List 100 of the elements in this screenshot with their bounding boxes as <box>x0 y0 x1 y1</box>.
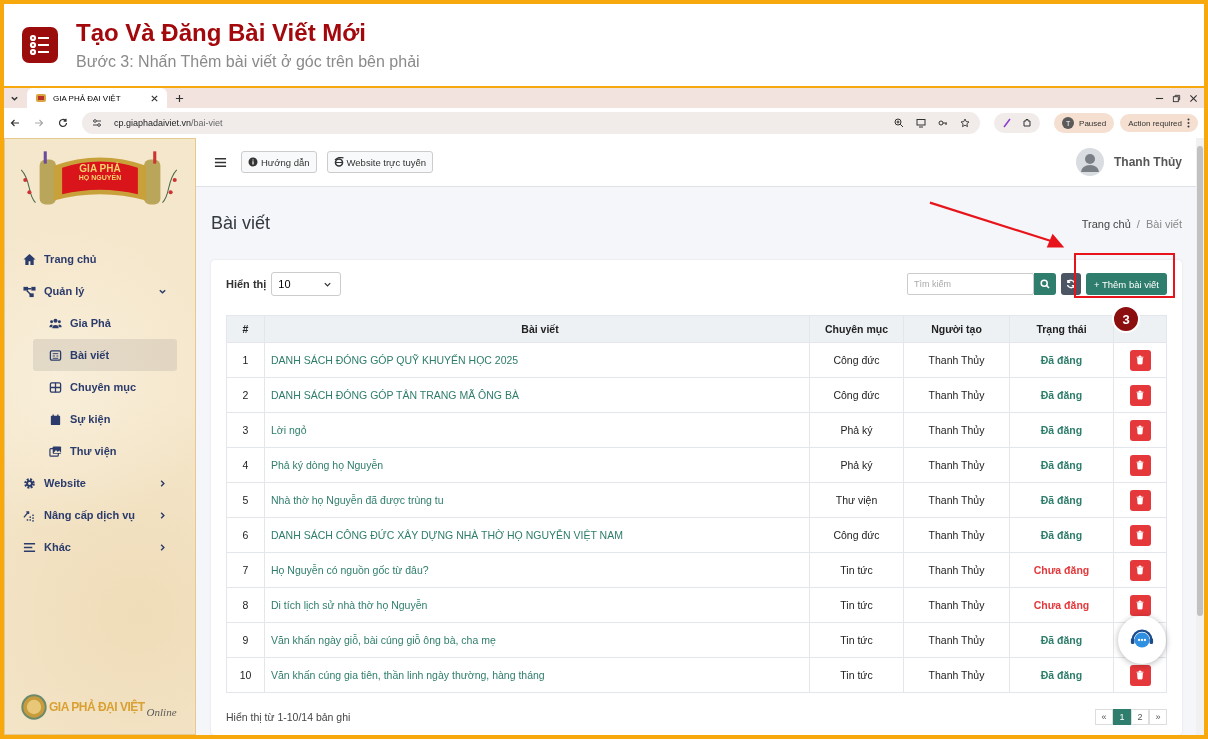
table-cell: Tin tức <box>809 552 904 588</box>
star-icon[interactable] <box>960 118 971 128</box>
sidebar-item[interactable]: Nâng cấp dịch vụ <box>23 499 177 531</box>
delete-button[interactable] <box>1129 664 1151 686</box>
sidebar-item[interactable]: Khác <box>23 531 177 563</box>
status-text: Đã đăng <box>1009 377 1114 413</box>
column-header: # <box>226 315 265 343</box>
plus-icon[interactable] <box>175 93 184 103</box>
search-field[interactable]: Tìm kiếm <box>906 273 1034 295</box>
table-cell: Phả ký <box>809 447 904 483</box>
brand-name: GIA PHẢ ĐẠI VIỆT <box>49 700 145 714</box>
guide-subtitle: Bước 3: Nhấn Thêm bài viết ở góc trên bên phải <box>76 53 420 71</box>
delete-button[interactable] <box>1129 524 1151 546</box>
delete-button[interactable] <box>1129 559 1151 581</box>
breadcrumb-item[interactable]: Trang chủ <box>1081 217 1131 230</box>
address-field[interactable]: cp.giaphadaiviet.vn/bai-viet <box>82 112 981 134</box>
post-link[interactable]: Phả ký dòng họ Nguyễn <box>271 459 384 471</box>
table-cell: Công đức <box>809 342 904 378</box>
post-link[interactable]: Họ Nguyễn có nguồn gốc từ đâu? <box>271 564 429 576</box>
status-text: Đã đăng <box>1009 447 1114 483</box>
puzzle-icon[interactable] <box>1022 118 1033 128</box>
page-button[interactable]: 2 <box>1131 709 1149 725</box>
table-cell: 5 <box>226 482 265 518</box>
table-cell: 3 <box>226 412 265 448</box>
table-cell: Thanh Thủy <box>903 482 1010 518</box>
table-cell: Thanh Thủy <box>903 412 1010 448</box>
post-link[interactable]: Nhà thờ họ Nguyễn đã được trùng tu <box>271 494 444 506</box>
user-name[interactable]: Thanh Thủy <box>1114 155 1182 169</box>
tab-title: GIA PHẢ ĐẠI VIỆT <box>53 93 121 103</box>
monitor-icon[interactable] <box>916 118 927 128</box>
sidebar-subitem[interactable]: Sự kiện <box>33 403 177 435</box>
post-link[interactable]: Di tích lịch sử nhà thờ họ Nguyễn <box>271 599 428 611</box>
logo-title: GIA PHẢ <box>79 163 121 174</box>
action-required-button[interactable]: Action required <box>1120 114 1198 132</box>
sidebar-subitem[interactable]: Chuyên mục <box>33 371 177 403</box>
page-button[interactable]: » <box>1149 709 1167 725</box>
table-cell: 9 <box>226 622 265 658</box>
hierarchy-icon <box>23 284 36 298</box>
post-link[interactable]: Văn khấn ngày giỗ, bài cúng giỗ ông bà, cha mẹ <box>271 634 496 646</box>
delete-button[interactable] <box>1129 594 1151 616</box>
search-button[interactable] <box>1033 273 1056 295</box>
table-cell: Công đức <box>809 377 904 413</box>
status-text: Đã đăng <box>1009 342 1114 378</box>
page-button[interactable]: 1 <box>1113 709 1131 725</box>
reload-icon[interactable] <box>58 118 68 128</box>
sidebar-item[interactable]: Website <box>23 467 177 499</box>
profile-status: Paused <box>1079 118 1107 128</box>
key-icon[interactable] <box>938 118 949 128</box>
column-header: Người tạo <box>903 315 1010 343</box>
menu-icon <box>23 540 36 554</box>
browser-e-icon <box>333 157 344 167</box>
post-link[interactable]: DANH SÁCH ĐÓNG GÓP QUỸ KHUYẾN HỌC 2025 <box>271 354 519 366</box>
website-button[interactable]: Website trực tuyến <box>326 151 434 173</box>
delete-button[interactable] <box>1129 419 1151 441</box>
table-cell: 2 <box>226 377 265 413</box>
post-link[interactable]: Văn khấn cúng gia tiên, thần linh ngày thường, hàng tháng <box>271 669 545 681</box>
table-cell: Thanh Thủy <box>903 552 1010 588</box>
refresh-button[interactable] <box>1060 273 1081 295</box>
sidebar-subitem[interactable]: Gia Phả <box>33 307 177 339</box>
add-post-button[interactable]: + Thêm bài viết <box>1085 273 1167 295</box>
menu-icon[interactable] <box>214 155 227 169</box>
status-text: Đã đăng <box>1009 517 1114 553</box>
delete-button[interactable] <box>1129 454 1151 476</box>
delete-button[interactable] <box>1129 349 1151 371</box>
restore-icon[interactable] <box>1172 93 1181 103</box>
close-icon[interactable] <box>150 93 159 103</box>
delete-button[interactable] <box>1129 384 1151 406</box>
sidebar-subitem[interactable]: Thư viện <box>33 435 177 467</box>
close-icon[interactable] <box>1189 93 1198 103</box>
table-cell: Tin tức <box>809 657 904 693</box>
browser-tab[interactable]: GIA PHẢ ĐẠI VIỆT <box>27 88 167 108</box>
sidebar-item[interactable]: Quản lý <box>23 275 177 307</box>
table-cell: Thanh Thủy <box>903 587 1010 623</box>
column-header: Trạng thái <box>1009 315 1114 343</box>
avatar-icon[interactable] <box>1076 148 1104 176</box>
home-icon <box>23 252 36 266</box>
delete-button[interactable] <box>1129 489 1151 511</box>
post-link[interactable]: DANH SÁCH ĐÓNG GÓP TÂN TRANG MÃ ÔNG BÀ <box>271 389 519 401</box>
sidebar-item[interactable]: Trang chủ <box>23 243 177 275</box>
feather-icon[interactable] <box>1002 118 1013 128</box>
page-button[interactable]: « <box>1095 709 1113 725</box>
table-cell: Tin tức <box>809 587 904 623</box>
search-icon <box>1039 279 1050 289</box>
back-icon[interactable] <box>10 118 20 128</box>
grid-icon <box>49 380 62 394</box>
help-button[interactable]: Hướng dẫn <box>241 151 317 173</box>
column-header: Chuyên mục <box>809 315 904 343</box>
list-icon <box>22 27 58 63</box>
info-icon <box>248 157 258 167</box>
trash-icon <box>1135 495 1145 505</box>
page-size-select[interactable]: 10 <box>271 272 342 296</box>
table-cell: 4 <box>226 447 265 483</box>
zoom-icon[interactable] <box>894 118 905 128</box>
post-link[interactable]: Lời ngỏ <box>271 424 307 436</box>
table-cell: Thanh Thủy <box>903 657 1010 693</box>
sidebar-subitem[interactable]: Bài viết <box>33 339 177 371</box>
table-cell: Thanh Thủy <box>903 622 1010 658</box>
table-cell: 7 <box>226 552 265 588</box>
trash-icon <box>1135 460 1145 470</box>
table-cell: 8 <box>226 587 265 623</box>
